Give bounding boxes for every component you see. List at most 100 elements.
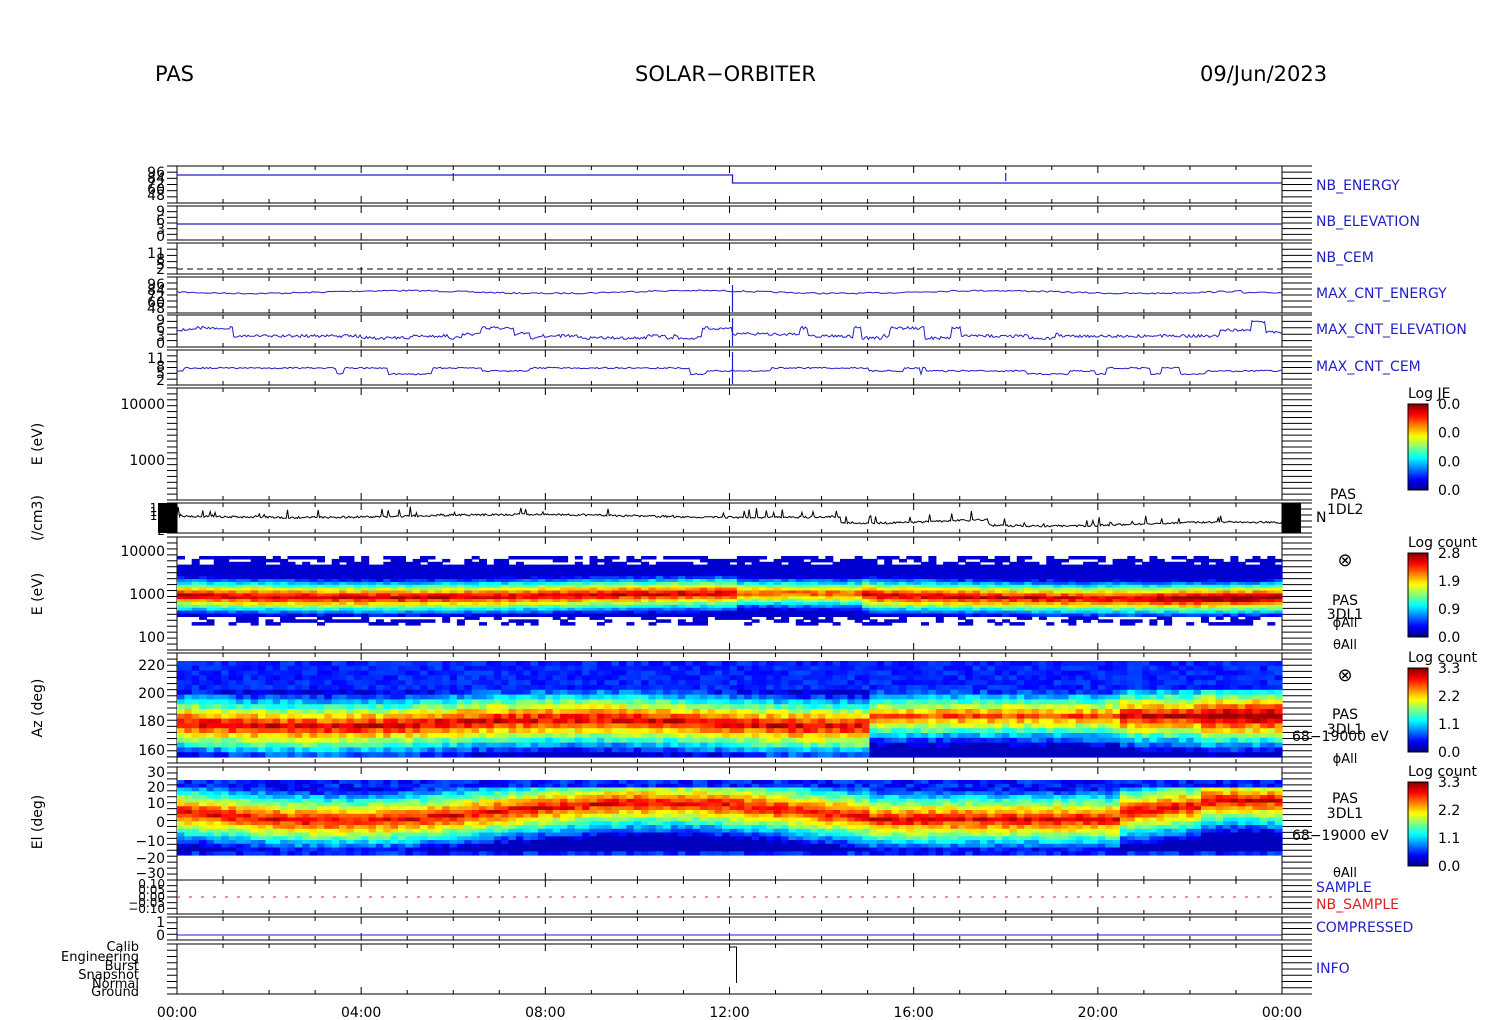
heatmap-cell [272, 685, 281, 691]
heatmap-cell [368, 689, 377, 696]
heatmap-cell [412, 752, 421, 758]
heatmap-cell [339, 558, 348, 563]
heatmap-cell [309, 689, 318, 696]
heatmap-cell [375, 713, 384, 720]
heatmap-cell [309, 723, 318, 729]
density-label: N [1316, 510, 1326, 526]
heatmap-cell [228, 752, 237, 758]
heatmap-cell [375, 733, 384, 739]
heatmap-cell [346, 675, 355, 681]
colorbar-tick-label: 1.9 [1438, 574, 1460, 590]
heatmap-cell [523, 619, 532, 623]
heatmap-cell [957, 616, 966, 620]
heatmap-cell [294, 723, 303, 729]
heatmap-cell [221, 752, 230, 758]
heatmap-cell [375, 694, 384, 700]
heatmap-cell [250, 694, 259, 700]
heatmap-cell [309, 747, 318, 753]
heatmap-cell [324, 619, 333, 623]
heatmap-cell [876, 613, 885, 617]
heatmap-cell [339, 747, 348, 753]
heatmap-cell [184, 752, 193, 758]
heatmap-cell [250, 675, 259, 681]
heatmap-cell [1112, 613, 1121, 617]
heatmap-cell [361, 680, 370, 686]
colorbar-tick-label: 0.0 [1438, 483, 1460, 499]
heatmap-cell [353, 670, 362, 676]
heatmap-cell [331, 713, 340, 720]
heatmap-cell [258, 689, 266, 696]
heatmap-cell [213, 689, 222, 696]
panel-density [167, 502, 1312, 534]
heatmap-cell [412, 670, 421, 676]
heatmap-cell [250, 665, 259, 672]
heatmap-cell [243, 689, 252, 696]
heatmap-cell [228, 694, 237, 700]
heatmap-cell [405, 747, 414, 753]
heatmap-cell [258, 713, 266, 720]
heatmap-cell [405, 613, 414, 617]
heatmap-cell [420, 733, 429, 739]
heatmap-cell [228, 737, 237, 744]
heatmap-cell [317, 713, 325, 720]
panel-max_cnt_energy [167, 276, 1312, 314]
heatmap-cell [184, 661, 193, 667]
heatmap-cell [250, 718, 259, 724]
heatmap-cell [1171, 556, 1180, 560]
colorbar-je_spectrogram: Log JE0.00.00.00.0 [1407, 386, 1460, 499]
heatmap-cell [287, 556, 296, 560]
heatmap-cell [280, 661, 289, 667]
heatmap-cell [265, 713, 274, 720]
heatmap-cell [398, 619, 406, 623]
heatmap-cell [177, 728, 185, 734]
heatmap-cell [294, 733, 303, 739]
heatmap-cell [346, 619, 355, 623]
heatmap-cell [346, 742, 355, 748]
heatmap-cell [221, 747, 230, 753]
heatmap-cell [302, 689, 311, 696]
heatmap-cell [383, 733, 392, 739]
heatmap-cell [957, 622, 966, 626]
heatmap-cell [361, 689, 370, 696]
heatmap-cell [250, 689, 259, 696]
heatmap-cell [420, 670, 429, 676]
heatmap-cell [213, 699, 222, 705]
heatmap-cell [228, 728, 237, 734]
heatmap-cell [302, 694, 311, 700]
colorbar-tick-label: 0.9 [1438, 602, 1460, 618]
heatmap-cell [456, 622, 465, 626]
heatmap-cell [272, 747, 281, 753]
heatmap-cell [317, 733, 325, 739]
heatmap-cell [383, 689, 392, 696]
heatmap-cell [199, 723, 208, 729]
heatmap-cell [456, 613, 465, 617]
heatmap-cell [324, 728, 333, 734]
heatmap-cell [309, 704, 318, 710]
heatmap-cell [206, 675, 215, 681]
heatmap-cell [346, 733, 355, 739]
heatmap-cell [235, 665, 244, 672]
heatmap-cell [383, 661, 392, 667]
heatmap-cell [243, 718, 252, 724]
heatmap-azimuth_spectrogram [177, 661, 1283, 758]
heatmap-cell [442, 619, 451, 623]
heatmap-cell [913, 558, 922, 563]
y-tick-label: 48 [147, 188, 165, 204]
heatmap-cell [368, 670, 377, 676]
heatmap-cell [707, 613, 716, 617]
heatmap-cell [324, 680, 333, 686]
heatmap-cell [324, 747, 333, 753]
heatmap-cell [177, 699, 185, 705]
heatmap-cell [287, 752, 296, 758]
heatmap-cell [361, 670, 370, 676]
heatmap-cell [191, 718, 200, 724]
heatmap-cell [1119, 622, 1128, 626]
heatmap-cell [258, 680, 266, 686]
heatmap-cell [213, 661, 222, 667]
heatmap-cell [331, 728, 340, 734]
heatmap-cell [810, 622, 819, 626]
heatmap-cell [685, 613, 694, 617]
heatmap-cell [412, 680, 421, 686]
heatmap-cell [921, 622, 929, 626]
heatmap-cell [191, 694, 200, 700]
